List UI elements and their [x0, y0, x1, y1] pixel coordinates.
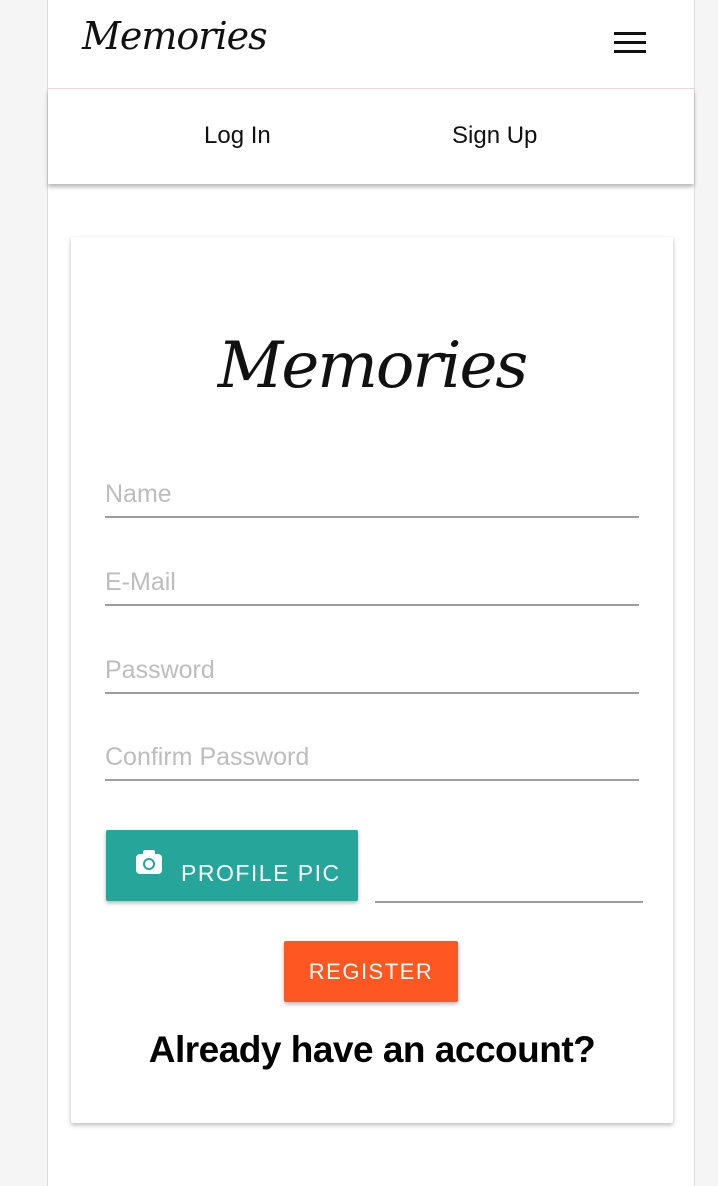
login-link[interactable]: Log In	[204, 122, 271, 150]
profile-pic-label: PROFILE PIC	[181, 860, 341, 886]
file-path-input[interactable]	[375, 857, 643, 903]
camera-icon	[136, 850, 162, 874]
already-have-account-link[interactable]: Already have an account?	[71, 1029, 673, 1071]
register-card: Memories PROFILE PIC REGISTER Already ha…	[71, 237, 673, 1123]
password-input[interactable]	[105, 648, 639, 694]
card-logo: Memories	[217, 329, 528, 403]
top-navbar: Memories	[48, 0, 694, 89]
register-button[interactable]: REGISTER	[284, 941, 458, 1002]
profile-pic-button[interactable]: PROFILE PIC	[106, 830, 358, 901]
auth-nav: Log In Sign Up	[48, 89, 694, 184]
hamburger-menu-icon[interactable]	[614, 32, 648, 54]
brand-logo[interactable]: Memories	[82, 14, 268, 58]
confirm-password-input[interactable]	[105, 735, 639, 781]
page-container: Memories Log In Sign Up Memories PROFILE…	[47, 0, 695, 1186]
name-input[interactable]	[105, 472, 639, 518]
signup-link[interactable]: Sign Up	[452, 122, 537, 150]
email-input[interactable]	[105, 560, 639, 606]
